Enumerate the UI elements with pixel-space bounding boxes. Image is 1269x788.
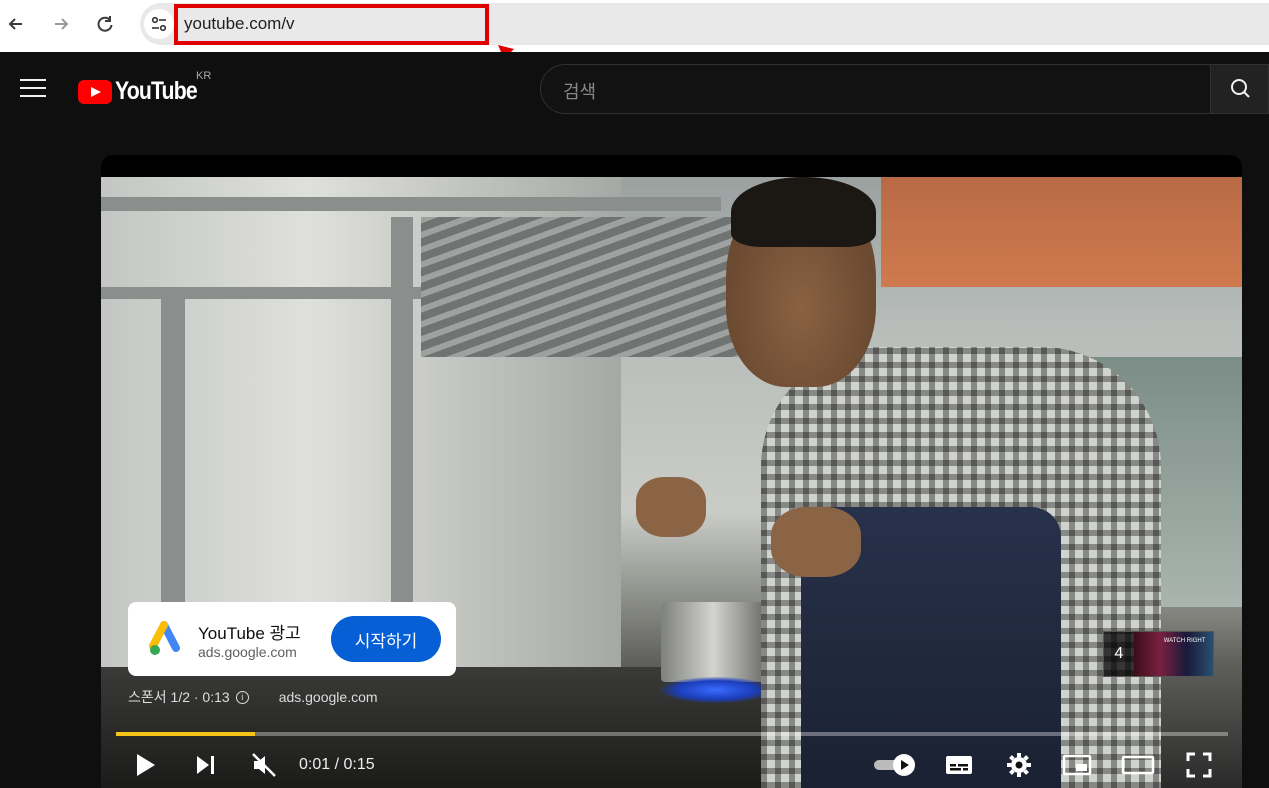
volume-muted-icon [252, 753, 276, 777]
sponsor-label: 스폰서 1/2 · 0:13 [128, 689, 230, 705]
autoplay-toggle[interactable] [872, 748, 918, 782]
fullscreen-button[interactable] [1182, 748, 1216, 782]
progress-bar-fill [116, 732, 255, 736]
settings-button[interactable] [1002, 748, 1036, 782]
arrow-left-icon [8, 18, 22, 30]
theater-mode-button[interactable] [1120, 748, 1156, 782]
youtube-logo[interactable]: YouTube [78, 77, 211, 106]
next-button[interactable] [188, 748, 222, 782]
arrow-right-icon [55, 18, 69, 30]
fullscreen-icon [1186, 752, 1212, 778]
play-icon [137, 754, 155, 776]
theater-mode-icon [1121, 755, 1155, 775]
miniplayer-button[interactable] [1060, 748, 1094, 782]
gear-icon [1007, 753, 1031, 777]
progress-bar[interactable] [116, 732, 1228, 736]
play-button[interactable] [128, 748, 162, 782]
site-info-button[interactable] [144, 9, 174, 39]
reload-icon [97, 16, 113, 32]
subtitles-button[interactable] [942, 748, 976, 782]
thumbnail-text: WATCH RIGHT [1163, 638, 1206, 644]
reload-button[interactable] [91, 10, 119, 38]
google-ads-logo-icon [149, 621, 180, 655]
info-icon[interactable]: i [235, 690, 249, 704]
skip-next-icon [197, 756, 214, 774]
ad-title: YouTube 광고 [198, 624, 301, 643]
skip-ad-preview[interactable]: 4 WATCH RIGHT [1103, 631, 1214, 677]
ad-cta-button[interactable]: 시작하기 [331, 616, 441, 662]
time-display: 0:01 / 0:15 [299, 756, 375, 773]
back-button[interactable] [2, 10, 30, 38]
ad-url: ads.google.com [198, 644, 297, 660]
youtube-header: YouTube KR 검색 [0, 52, 1269, 132]
sponsor-url-link[interactable]: ads.google.com [279, 689, 378, 705]
ad-overlay-card[interactable]: YouTube 광고 ads.google.com 시작하기 [128, 602, 456, 676]
region-badge: KR [196, 70, 212, 82]
search-button[interactable] [1210, 64, 1269, 114]
next-video-thumbnail: WATCH RIGHT [1133, 632, 1213, 676]
autoplay-toggle-icon [874, 754, 915, 776]
sponsor-info: 스폰서 1/2 · 0:13 i ads.google.com [128, 687, 378, 707]
youtube-play-logo-icon [78, 79, 112, 104]
search-input[interactable]: 검색 [540, 64, 1211, 114]
miniplayer-icon [1062, 754, 1092, 776]
youtube-logo-text: YouTube [115, 77, 198, 105]
forward-button[interactable] [47, 10, 75, 38]
tune-icon [151, 16, 167, 32]
hamburger-menu-icon[interactable] [20, 79, 46, 99]
browser-toolbar: youtube.com/v [0, 0, 1269, 52]
subtitles-icon [946, 756, 972, 774]
annotation-highlight-box [174, 4, 489, 45]
search-placeholder: 검색 [563, 82, 597, 102]
search-icon [1230, 79, 1250, 98]
skip-countdown: 4 [1114, 645, 1124, 662]
mute-button[interactable] [247, 748, 281, 782]
